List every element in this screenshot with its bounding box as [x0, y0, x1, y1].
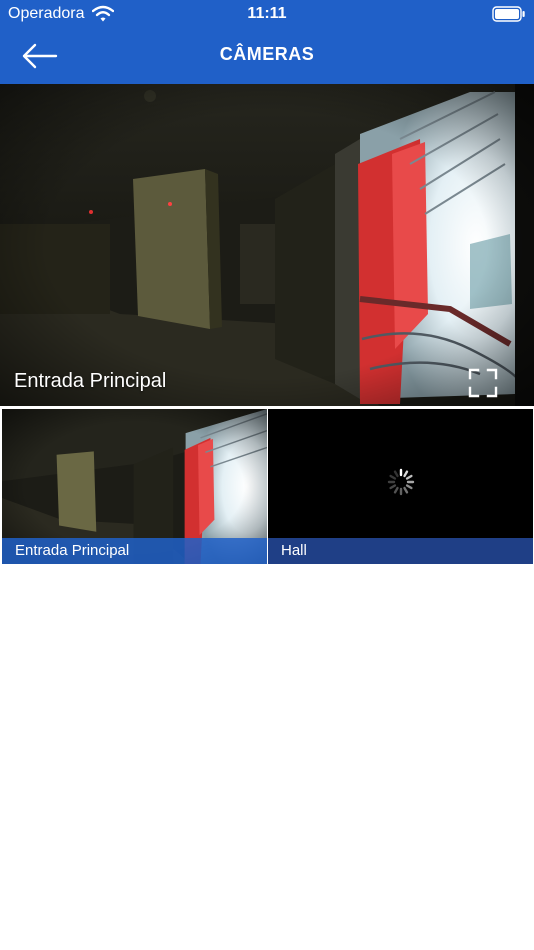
loading-spinner-icon — [387, 468, 415, 496]
camera-tile-label: Hall — [268, 538, 533, 564]
fullscreen-button[interactable] — [467, 367, 499, 399]
camera-grid: Entrada Principal Hall — [0, 406, 534, 566]
app-header: Operadora 11:11 CÂMERAS — [0, 0, 534, 84]
camera-tile-label: Entrada Principal — [2, 538, 267, 564]
nav-bar: CÂMERAS — [0, 28, 534, 84]
main-camera-feed — [0, 84, 534, 406]
status-time: 11:11 — [247, 5, 287, 22]
page-title: CÂMERAS — [219, 44, 315, 64]
camera-tile-entrada-principal[interactable]: Entrada Principal — [2, 409, 267, 564]
battery-icon — [492, 6, 525, 22]
camera-tile-hall[interactable]: Hall — [268, 409, 533, 564]
main-camera-view[interactable]: Entrada Principal — [0, 84, 534, 406]
main-camera-label: Entrada Principal — [14, 370, 167, 392]
fullscreen-icon — [468, 368, 498, 398]
status-bar: Operadora 11:11 — [0, 0, 534, 28]
